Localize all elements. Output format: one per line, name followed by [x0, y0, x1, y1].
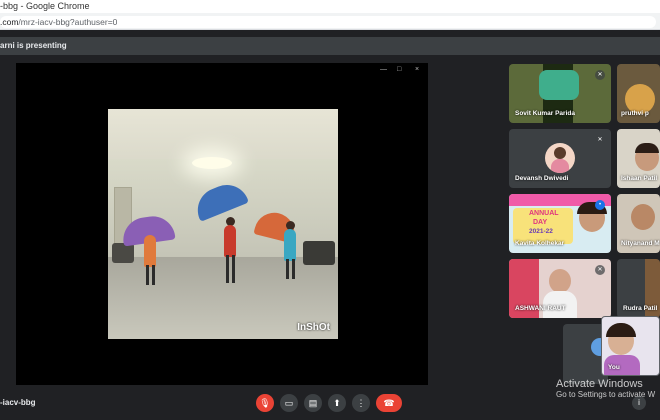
participant-name: Ishaan Patil	[621, 175, 658, 182]
activate-subtitle: Go to Settings to activate W	[556, 390, 656, 399]
participant-tile[interactable]: Nityanand M	[617, 194, 660, 253]
presentation-stage: — □ × InShOt	[16, 63, 428, 385]
participant-name: pruthvi p	[621, 110, 649, 117]
meet-window: -bbg - Google Chrome .com/mrz-iacv-bbg?a…	[0, 0, 660, 420]
shared-video: InShOt	[108, 109, 338, 339]
close-icon[interactable]: ×	[415, 66, 419, 74]
participant-name: Devansh Dwivedi	[515, 175, 569, 182]
dancer-2	[224, 225, 236, 257]
mic-off-icon: ✕	[595, 265, 605, 275]
participant-name: Sovit Kumar Parida	[515, 110, 575, 117]
activate-title: Activate Windows	[556, 378, 643, 390]
browser-title-bar: -bbg - Google Chrome	[0, 0, 660, 13]
presenting-banner: arni is presenting	[0, 37, 660, 55]
windows-activation-watermark: Activate Windows Go to Settings to activ…	[556, 378, 655, 400]
minimize-icon[interactable]: —	[380, 66, 387, 74]
camera-icon[interactable]: ▭	[280, 394, 298, 412]
participant-name: Rudra Patil	[623, 305, 658, 312]
address-bar-area: .com/mrz-iacv-bbg?authuser=0	[0, 13, 660, 30]
meeting-code: -iacv-bbg	[0, 398, 36, 407]
mic-off-icon: ✕	[595, 135, 605, 145]
presenting-text: arni is presenting	[0, 41, 67, 50]
banner-day: DAY	[533, 219, 548, 226]
mic-off-icon: ✕	[595, 70, 605, 80]
mic-off-icon[interactable]: 🎙	[256, 394, 274, 412]
dancer-1	[144, 235, 156, 267]
participant-tile[interactable]: Rudra Patil	[617, 259, 660, 318]
participant-tile[interactable]: ✕ Devansh Dwivedi	[509, 129, 611, 188]
maximize-icon[interactable]: □	[397, 66, 401, 74]
window-title: -bbg - Google Chrome	[0, 1, 90, 11]
self-name: You	[608, 364, 620, 371]
participant-name: ASHWANI RAUT	[515, 305, 566, 312]
captions-icon[interactable]: ▤	[304, 394, 322, 412]
address-bar[interactable]: .com/mrz-iacv-bbg?authuser=0	[0, 16, 656, 28]
self-view-tile[interactable]: You	[601, 316, 660, 376]
participant-tile[interactable]: ✕ Sovit Kumar Parida	[509, 64, 611, 123]
speaking-icon: •	[595, 200, 605, 210]
inshot-watermark: InShOt	[297, 322, 330, 333]
participant-tile[interactable]: ✕ ASHWANI RAUT	[509, 259, 611, 318]
chair	[112, 243, 134, 263]
avatar	[545, 143, 575, 173]
ceiling-light	[192, 157, 232, 169]
call-end-icon[interactable]: ☎	[376, 394, 402, 412]
participant-tile[interactable]: Ishaan Patil	[617, 129, 660, 188]
participant-name: Kavita Kolhekar	[515, 240, 565, 247]
sofa	[303, 241, 335, 265]
participant-tile[interactable]: ANNUAL DAY 2021-22 • Kavita Kolhekar	[509, 194, 611, 253]
participant-tile[interactable]: pruthvi p	[617, 64, 660, 123]
banner-annual: ANNUAL	[529, 210, 559, 217]
url-host: .com	[0, 17, 19, 27]
url-path: /mrz-iacv-bbg?authuser=0	[18, 17, 118, 27]
more-vert-icon[interactable]: ⋮	[352, 394, 370, 412]
dancer-3	[284, 229, 296, 261]
present-icon[interactable]: ⬆	[328, 394, 346, 412]
banner-year: 2021-22	[529, 228, 553, 235]
participant-name: Nityanand M	[621, 240, 660, 247]
